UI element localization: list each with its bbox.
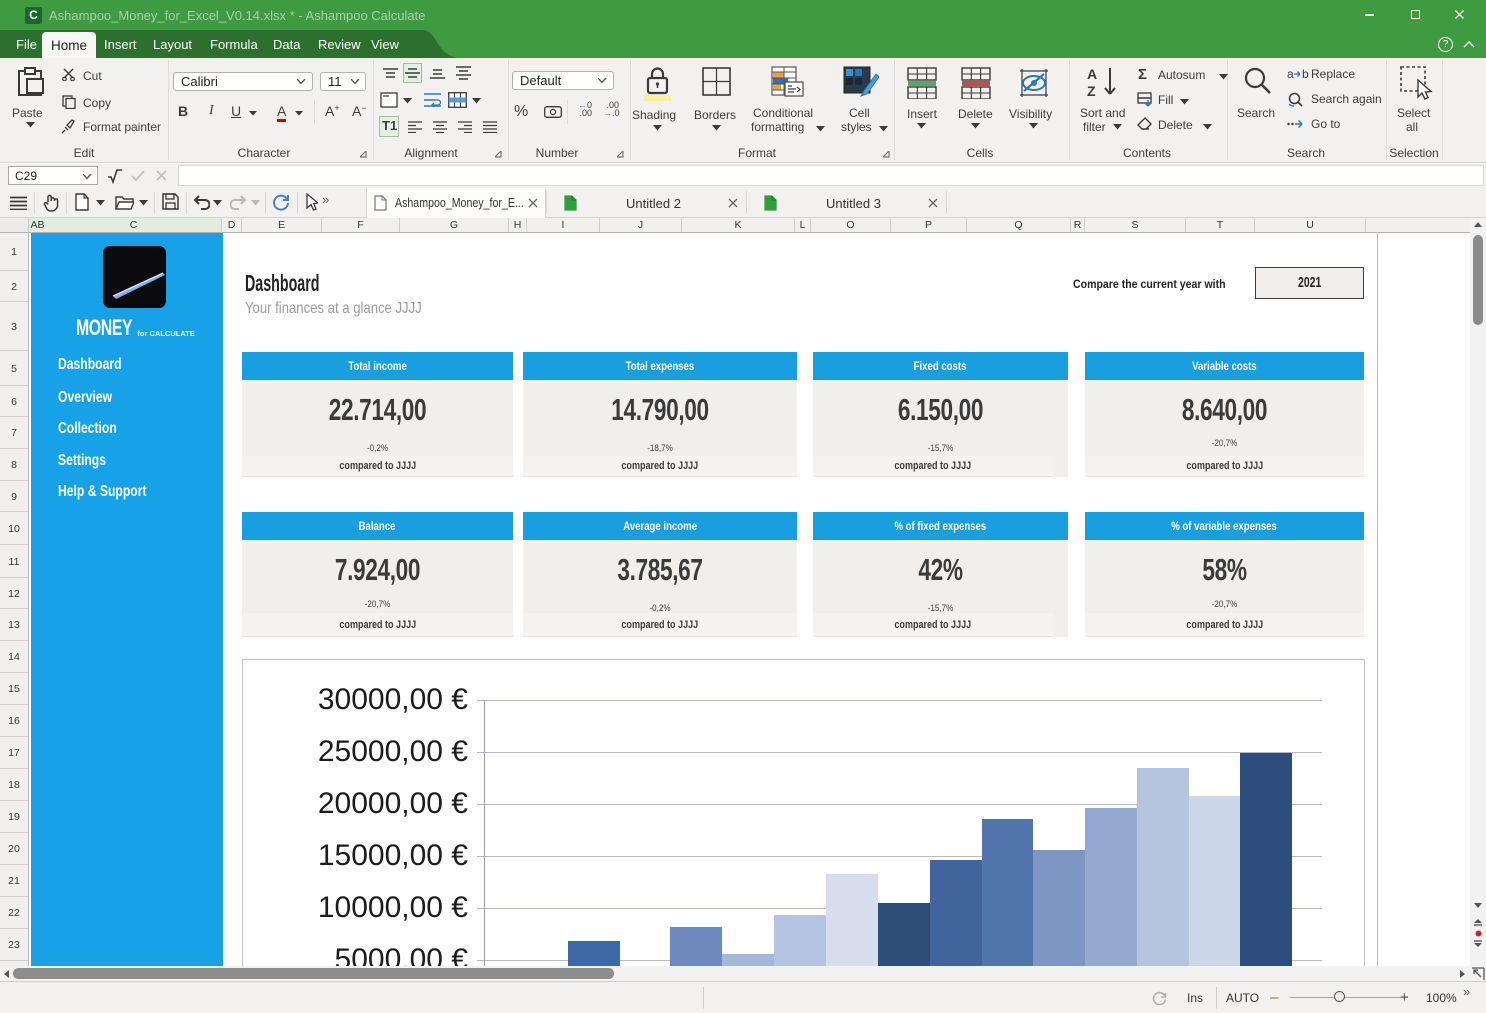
svg-text:a: a [1287,68,1294,80]
svg-text:A: A [1087,66,1097,82]
svg-text:b: b [1302,68,1309,80]
svg-text:Z: Z [1087,83,1096,99]
